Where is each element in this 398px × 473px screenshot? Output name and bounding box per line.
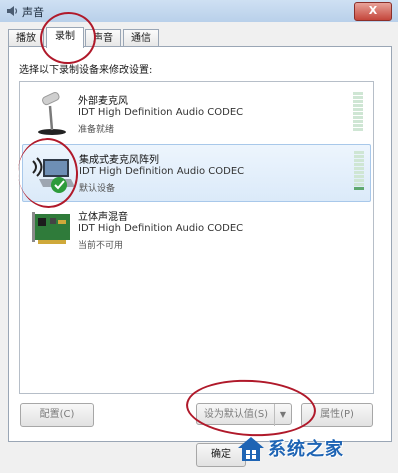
tab-playback[interactable]: 播放 [8, 29, 44, 47]
chevron-down-icon[interactable]: ▼ [274, 404, 291, 426]
tab-recording[interactable]: 录制 [46, 27, 84, 48]
set-default-button[interactable]: 设为默认值(S) ▼ [196, 403, 292, 426]
tab-sounds[interactable]: 声音 [85, 29, 121, 47]
set-default-label: 设为默认值(S) [203, 409, 269, 420]
level-meter [354, 151, 364, 195]
device-status: 默认设备 [79, 184, 116, 194]
instruction-text: 选择以下录制设备来修改设置: [19, 65, 153, 76]
watermark-text: 系统之家 [268, 439, 344, 460]
device-name: 集成式麦克风阵列 [79, 155, 159, 166]
tab-communications[interactable]: 通信 [123, 29, 159, 47]
speaker-icon [7, 6, 18, 16]
device-name: 立体声混音 [78, 212, 128, 223]
list-item[interactable]: 集成式麦克风阵列 IDT High Definition Audio CODEC… [22, 144, 371, 202]
configure-button[interactable]: 配置(C) [20, 403, 94, 427]
device-list[interactable]: 外部麦克风 IDT High Definition Audio CODEC 准备… [19, 81, 374, 394]
house-logo-icon [238, 437, 264, 461]
watermark: 系统之家 [232, 428, 398, 473]
title-bar: 声音 X [0, 0, 398, 23]
device-status: 准备就绪 [78, 125, 115, 135]
device-status: 当前不可用 [78, 241, 124, 251]
device-driver: IDT High Definition Audio CODEC [78, 223, 244, 234]
sound-card-icon [32, 212, 70, 244]
list-item[interactable]: 外部麦克风 IDT High Definition Audio CODEC 准备… [22, 86, 369, 142]
close-button[interactable]: X [354, 2, 392, 21]
microphone-icon [38, 91, 66, 135]
device-driver: IDT High Definition Audio CODEC [79, 166, 245, 177]
device-driver: IDT High Definition Audio CODEC [78, 107, 244, 118]
window-title: 声音 [22, 6, 44, 19]
device-name: 外部麦克风 [78, 96, 128, 107]
level-meter [353, 92, 363, 136]
list-item[interactable]: 立体声混音 IDT High Definition Audio CODEC 当前… [22, 202, 369, 258]
properties-button[interactable]: 属性(P) [301, 403, 373, 427]
recording-panel: 选择以下录制设备来修改设置: 外部麦克风 IDT High Definition… [8, 46, 392, 442]
laptop-mic-icon [32, 157, 75, 193]
